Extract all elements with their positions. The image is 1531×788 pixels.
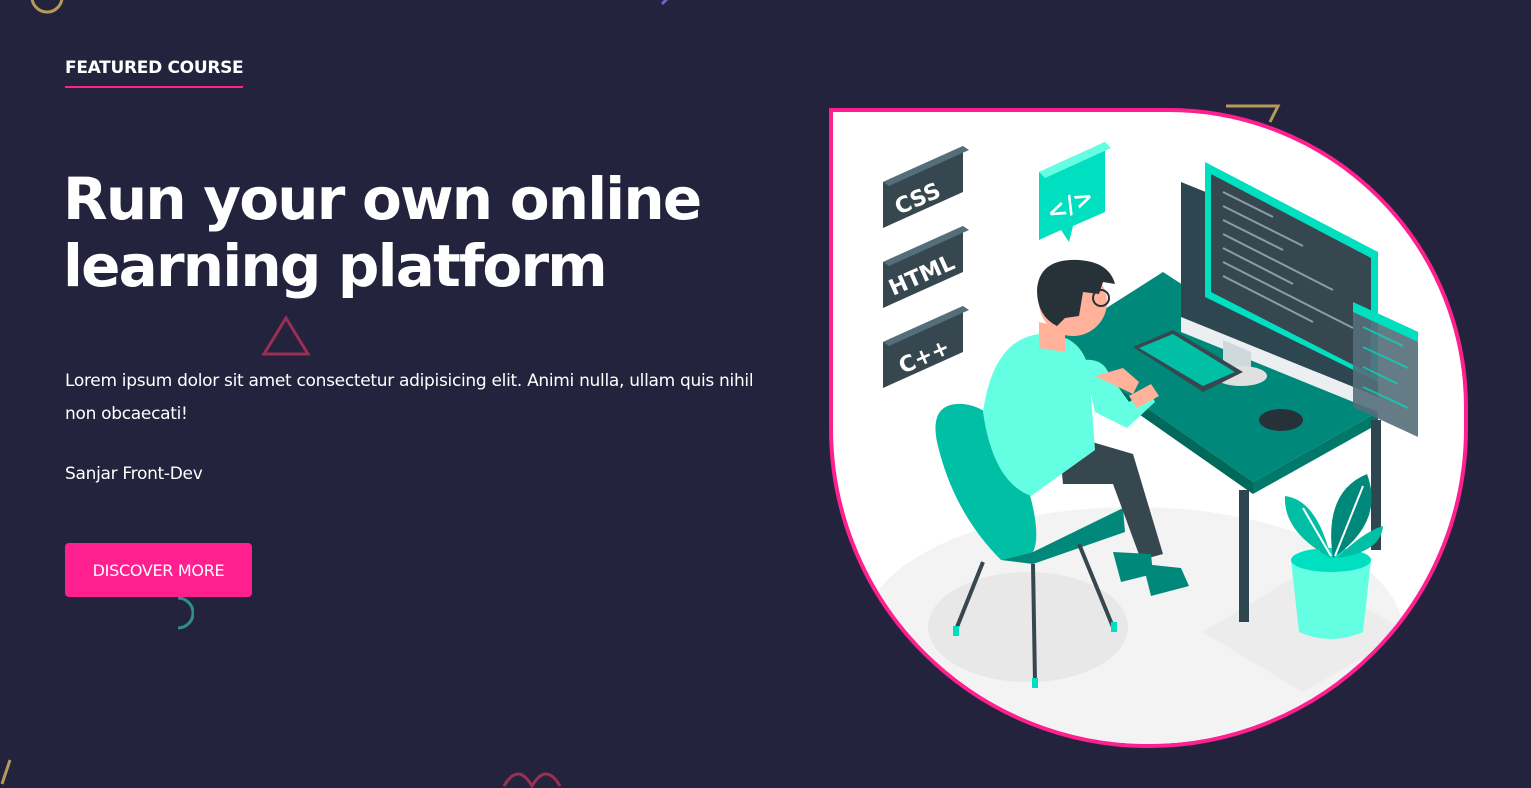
developer-illustration: CSS HTML C++ </>: [863, 142, 1418, 744]
decor-arc-teal: [177, 596, 194, 630]
hero-description: Lorem ipsum dolor sit amet consectetur a…: [65, 371, 754, 424]
headline-line-2: learning platform: [63, 232, 608, 300]
css-badge: CSS: [883, 146, 969, 228]
headline-line-1: Run your own online: [63, 165, 702, 233]
decor-wave-bottom: [502, 772, 562, 788]
cpp-badge: C++: [883, 306, 969, 388]
html-badge: HTML: [883, 226, 969, 308]
code-tag-icon: </>: [1039, 142, 1111, 242]
hero-illustration-frame: CSS HTML C++ </>: [829, 108, 1468, 748]
decor-stroke-top: [660, 0, 669, 6]
hero-headline: Run your own online learning platform: [63, 165, 702, 300]
decor-ring-topleft: [30, 0, 64, 14]
decor-triangle-red: [261, 315, 311, 356]
discover-more-button[interactable]: DISCOVER MORE: [65, 543, 252, 597]
decor-stroke-bottomleft: [0, 759, 12, 785]
author-name: Sanjar Front-Dev: [65, 464, 203, 484]
featured-course-label: FEATURED COURSE: [65, 58, 244, 88]
computer-mouse: [1259, 409, 1303, 431]
